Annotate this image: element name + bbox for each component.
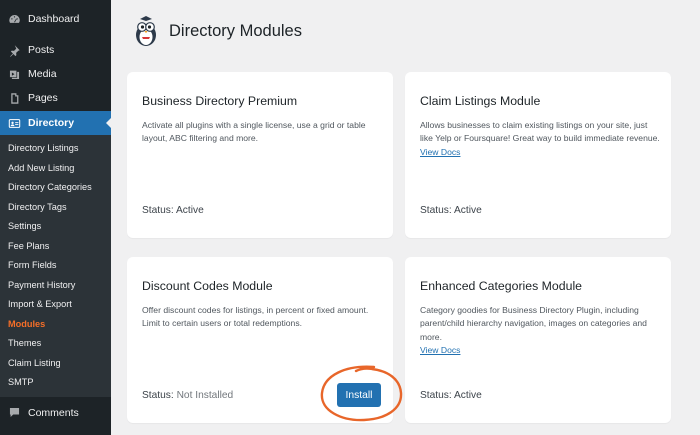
- module-description-text: Offer discount codes for listings, in pe…: [142, 305, 369, 329]
- status-value: Active: [454, 205, 482, 216]
- sidebar-item-label: Comments: [28, 406, 79, 419]
- submenu-themes[interactable]: Themes: [0, 334, 111, 354]
- submenu-smtp[interactable]: SMTP: [0, 373, 111, 393]
- status-value: Active: [454, 390, 482, 401]
- submenu-claim-listing[interactable]: Claim Listing: [0, 354, 111, 374]
- status-label: Status:: [420, 205, 452, 216]
- module-title: Business Directory Premium: [142, 94, 298, 108]
- module-status: Status: Active: [420, 205, 482, 216]
- submenu-form-fields[interactable]: Form Fields: [0, 256, 111, 276]
- directory-submenu: Directory Listings Add New Listing Direc…: [0, 135, 111, 397]
- submenu-directory-categories[interactable]: Directory Categories: [0, 178, 111, 198]
- module-description: Activate all plugins with a single licen…: [142, 119, 382, 146]
- sidebar-item-label: Posts: [28, 44, 55, 56]
- module-description-text: Allows businesses to claim existing list…: [420, 120, 660, 144]
- submenu-payment-history[interactable]: Payment History: [0, 276, 111, 296]
- module-status: Status: Active: [420, 390, 482, 401]
- module-card-business-directory-premium: Business Directory Premium Activate all …: [127, 72, 393, 238]
- sidebar-item-media[interactable]: Media: [0, 62, 111, 86]
- status-value: Active: [176, 205, 204, 216]
- pages-icon: [8, 92, 21, 105]
- module-title: Claim Listings Module: [420, 94, 541, 108]
- penguin-logo-icon: [136, 16, 156, 46]
- module-description-text: Category goodies for Business Directory …: [420, 305, 647, 342]
- sidebar-item-label: Pages: [28, 92, 58, 104]
- submenu-directory-tags[interactable]: Directory Tags: [0, 198, 111, 218]
- pin-icon: [8, 44, 21, 57]
- submenu-directory-listings[interactable]: Directory Listings: [0, 139, 111, 159]
- page-title: Directory Modules: [169, 21, 302, 40]
- main-content: Directory Modules Business Directory Pre…: [111, 0, 700, 435]
- directory-icon: [8, 117, 21, 130]
- submenu-settings[interactable]: Settings: [0, 217, 111, 237]
- module-status: Status: Active: [142, 205, 204, 216]
- sidebar-item-label: Dashboard: [28, 13, 80, 25]
- sidebar-item-posts[interactable]: Posts: [0, 38, 111, 62]
- submenu-add-new-listing[interactable]: Add New Listing: [0, 159, 111, 179]
- submenu-import-export[interactable]: Import & Export: [0, 295, 111, 315]
- module-status: Status: Not Installed: [142, 390, 233, 401]
- status-label: Status:: [142, 390, 174, 401]
- comments-icon: [8, 406, 21, 419]
- module-title: Enhanced Categories Module: [420, 279, 583, 293]
- sidebar-item-pages[interactable]: Pages: [0, 86, 111, 110]
- module-card-claim-listings: Claim Listings Module Allows businesses …: [405, 72, 671, 238]
- page-header: Directory Modules: [131, 14, 302, 48]
- media-icon: [8, 68, 21, 81]
- status-label: Status:: [142, 205, 174, 216]
- dashboard-icon: [8, 13, 21, 26]
- submenu-fee-plans[interactable]: Fee Plans: [0, 237, 111, 257]
- status-value: Not Installed: [176, 390, 234, 401]
- module-title: Discount Codes Module: [142, 279, 273, 293]
- sidebar-item-label: Media: [28, 68, 57, 80]
- view-docs-link[interactable]: View Docs: [420, 146, 660, 159]
- sidebar-item-dashboard[interactable]: Dashboard: [0, 7, 111, 31]
- sidebar-item-directory[interactable]: Directory: [0, 111, 111, 135]
- sidebar-item-label: Directory: [28, 117, 75, 129]
- module-description: Category goodies for Business Directory …: [420, 304, 660, 357]
- module-description-text: Activate all plugins with a single licen…: [142, 120, 366, 144]
- module-card-discount-codes: Discount Codes Module Offer discount cod…: [127, 257, 403, 423]
- module-description: Allows businesses to claim existing list…: [420, 119, 660, 159]
- sidebar-item-comments[interactable]: Comments: [0, 401, 111, 425]
- install-button[interactable]: Install: [337, 383, 381, 407]
- view-docs-link[interactable]: View Docs: [420, 344, 660, 357]
- admin-sidebar: Dashboard Posts Media Pages Directory Di…: [0, 0, 111, 435]
- module-card-enhanced-categories: Enhanced Categories Module Category good…: [405, 257, 671, 423]
- status-label: Status:: [420, 390, 452, 401]
- module-description: Offer discount codes for listings, in pe…: [142, 304, 382, 331]
- submenu-modules[interactable]: Modules: [0, 315, 111, 335]
